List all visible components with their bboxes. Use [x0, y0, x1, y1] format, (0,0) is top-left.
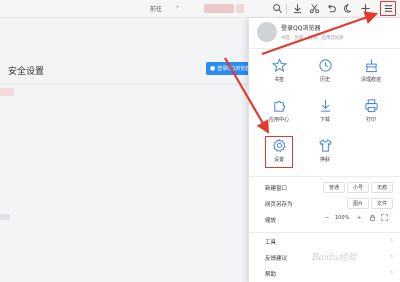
menu-item-history[interactable]: 历史: [303, 56, 347, 92]
menu-item-label: 历史: [319, 77, 330, 83]
download-icon: [320, 99, 330, 112]
menu-item-clear-traces[interactable]: 清理痕迹: [349, 56, 393, 92]
page-title: 安全设置: [8, 67, 45, 77]
zoom-in-button[interactable]: +: [357, 215, 361, 221]
account-name[interactable]: 登录QQ浏览器: [281, 23, 320, 32]
menu-item-downloads[interactable]: 下载: [303, 96, 347, 132]
browser-menu-panel: 登录QQ浏览器 书签、历史、选项、应用云同步 书签 历史 清理痕迹 应用中心 下…: [248, 18, 400, 282]
blurred-region: [204, 4, 234, 13]
watermark: Baidu经验: [312, 253, 357, 263]
help-label: 帮助: [265, 272, 277, 278]
menu-item-bookmarks[interactable]: 书签: [257, 56, 301, 92]
zoom-value: 100%: [335, 215, 350, 221]
blurred-region: [236, 4, 244, 13]
printer-icon: [364, 99, 378, 113]
feedback-label: 反馈建议: [265, 256, 288, 262]
night-mode-icon[interactable]: [341, 1, 355, 15]
new-window-label: 新建窗口: [265, 186, 288, 192]
tools-row[interactable]: 工具 ›: [265, 236, 393, 248]
save-as-row: 网页另存为 图片 文件: [265, 198, 393, 210]
menu-divider: [249, 176, 400, 177]
zoom-label: 缩放: [265, 218, 277, 224]
new-window-incognito-button[interactable]: 无痕: [371, 182, 393, 193]
blurred-region: [0, 88, 14, 96]
menu-item-skin[interactable]: 换肤: [303, 136, 347, 172]
settings-highlight-box: [265, 136, 293, 168]
avatar[interactable]: [257, 22, 277, 42]
zoom-out-button[interactable]: −: [325, 215, 329, 221]
chevron-right-icon: ›: [390, 269, 393, 276]
menu-item-app-center[interactable]: 应用中心: [257, 96, 301, 132]
menu-icon[interactable]: [380, 1, 396, 16]
tshirt-icon: [318, 138, 332, 152]
chevron-right-icon[interactable]: ›: [176, 3, 179, 11]
blurred-region: [0, 214, 10, 220]
scissors-icon[interactable]: [307, 1, 321, 15]
fullscreen-icon[interactable]: [381, 214, 388, 223]
menu-item-label: 书签: [273, 77, 284, 83]
account-header[interactable]: 登录QQ浏览器 书签、历史、选项、应用云同步: [249, 18, 400, 48]
clock-icon: [318, 59, 332, 72]
magnify-icon[interactable]: [270, 1, 284, 15]
menu-item-label: 下载: [319, 117, 330, 123]
save-as-image-button[interactable]: 图片: [347, 198, 369, 209]
account-subtitle: 书签、历史、选项、应用云同步: [281, 36, 344, 41]
tools-label: 工具: [265, 240, 277, 246]
chevron-right-icon: ›: [390, 237, 393, 244]
login-button-label: 登录QQ浏览器: [217, 66, 251, 72]
new-window-row: 新建窗口 普通 小号 无痕: [265, 182, 393, 194]
undo-icon[interactable]: [324, 1, 338, 15]
menu-item-label: 换肤: [319, 157, 330, 163]
menu-divider: [249, 232, 400, 233]
save-as-label: 网页另存为: [265, 202, 293, 208]
menu-item-print[interactable]: 打印: [349, 96, 393, 132]
lock-icon[interactable]: [369, 214, 376, 223]
new-tab-plus-icon[interactable]: [358, 1, 372, 15]
browser-toolbar: 前往 ›: [0, 0, 400, 18]
menu-item-label: 清理痕迹: [360, 77, 381, 83]
new-window-small-button[interactable]: 小号: [347, 182, 369, 193]
broom-icon: [365, 59, 377, 73]
toolbar-separator: [286, 4, 287, 14]
new-window-normal-button[interactable]: 普通: [323, 182, 345, 193]
download-icon[interactable]: [290, 1, 304, 15]
menu-item-label: 应用中心: [268, 117, 289, 123]
menu-item-label: 打印: [365, 117, 376, 123]
chevron-right-icon: ›: [390, 253, 393, 260]
menu-divider: [249, 48, 400, 49]
save-as-file-button[interactable]: 文件: [371, 198, 393, 209]
zoom-row: 缩放 − 100% +: [265, 214, 393, 226]
help-row[interactable]: 帮助 ›: [265, 268, 393, 280]
water-drop-icon: ●: [210, 65, 216, 72]
puzzle-icon: [273, 100, 285, 112]
star-icon: [271, 58, 287, 73]
prev-label[interactable]: 前往: [150, 4, 162, 13]
